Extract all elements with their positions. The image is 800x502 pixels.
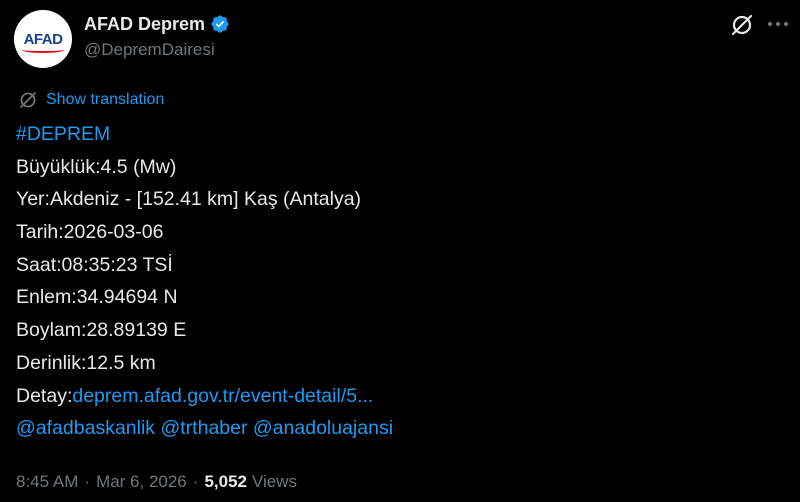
date-text: Tarih:2026-03-06 — [16, 221, 164, 244]
afad-logo: AFAD — [21, 30, 65, 53]
latitude-text: Enlem:34.94694 N — [16, 286, 178, 309]
grok-icon[interactable] — [729, 12, 755, 38]
mention-link[interactable]: @anadoluajansi — [253, 417, 393, 439]
show-translation-button[interactable]: Show translation — [18, 89, 164, 111]
meta-separator: · — [192, 472, 199, 491]
tweet-date[interactable]: Mar 6, 2026 — [96, 472, 187, 492]
author-display-name[interactable]: AFAD Deprem — [84, 14, 205, 35]
tweet-time[interactable]: 8:45 AM — [16, 472, 78, 492]
avatar[interactable]: AFAD — [14, 10, 72, 68]
tweet: AFAD AFAD Deprem @DepremDairesi Show tra… — [0, 0, 800, 502]
location-text: Yer:Akdeniz - [152.41 km] Kaş (Antalya) — [16, 188, 362, 211]
mention-link[interactable]: @afadbaskanlik — [16, 417, 155, 439]
magnitude-text: Büyüklük:4.5 (Mw) — [16, 155, 177, 178]
meta-separator: · — [84, 472, 91, 491]
views-label: Views — [252, 472, 298, 491]
time-text: Saat:08:35:23 TSİ — [16, 253, 173, 276]
tweet-text: #DEPREM Büyüklük:4.5 (Mw) Yer:Akdeniz - … — [16, 118, 776, 445]
afad-logo-swoosh — [21, 47, 65, 53]
hashtag-link[interactable]: #DEPREM — [16, 123, 110, 145]
detail-link[interactable]: deprem.afad.gov.tr/event-detail/5... — [72, 385, 373, 407]
mention-link[interactable]: @trthaber — [160, 417, 247, 439]
detail-prefix: Detay: — [16, 384, 73, 407]
more-icon[interactable] — [766, 14, 790, 34]
translate-icon — [20, 92, 36, 108]
author-handle[interactable]: @DepremDairesi — [84, 40, 215, 60]
afad-logo-text: AFAD — [23, 30, 63, 48]
tweet-meta: 8:45 AM · Mar 6, 2026 · 5,052 Views — [16, 472, 297, 492]
depth-text: Derinlik:12.5 km — [16, 351, 156, 374]
verified-badge-icon[interactable] — [210, 14, 230, 34]
author-name-row: AFAD Deprem — [84, 12, 230, 36]
show-translation-label: Show translation — [46, 91, 165, 108]
longitude-text: Boylam:28.89139 E — [16, 319, 187, 342]
views-count[interactable]: 5,052 — [204, 472, 247, 492]
